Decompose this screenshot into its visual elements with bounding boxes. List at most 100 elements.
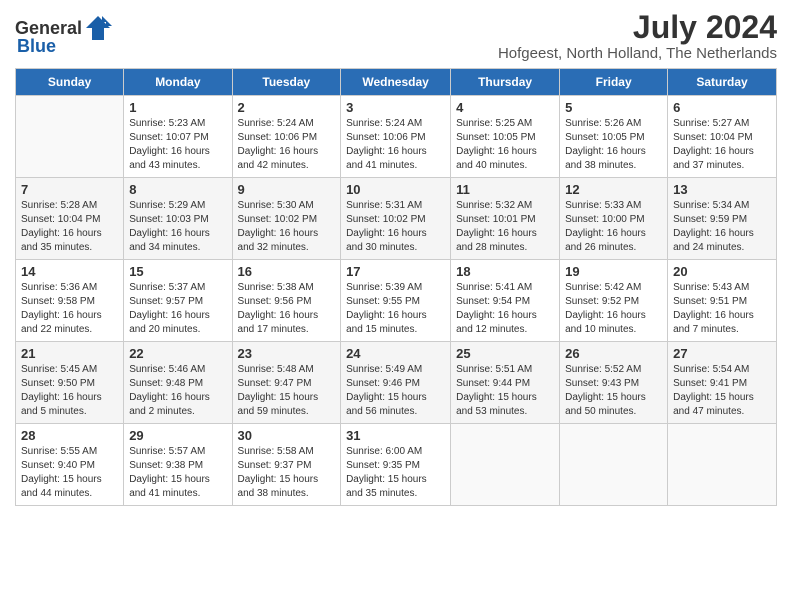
day-cell: 23Sunrise: 5:48 AM Sunset: 9:47 PM Dayli… (232, 342, 341, 424)
day-info: Sunrise: 5:55 AM Sunset: 9:40 PM Dayligh… (21, 445, 118, 501)
day-number: 6 (673, 100, 771, 115)
day-number: 15 (129, 264, 226, 279)
week-row-3: 14 Sunrise: 5:36 AM Sunset: 9:58 PM Dayli… (16, 260, 777, 342)
day-number: 19 (565, 264, 662, 279)
day-number: 23 (238, 346, 336, 361)
day-cell: 11 Sunrise: 5:32 AM Sunset: 10:01 PM Dayl… (451, 178, 560, 260)
column-header-sunday: Sunday (16, 69, 124, 96)
column-header-wednesday: Wednesday (341, 69, 451, 96)
week-row-2: 7Sunrise: 5:28 AM Sunset: 10:04 PM Dayli… (16, 178, 777, 260)
header: General Blue July 2024 Hofgeest, North H… (15, 10, 777, 62)
day-cell: 24 Sunrise: 5:49 AM Sunset: 9:46 PM Dayli… (341, 342, 451, 424)
day-number: 11 (456, 182, 554, 197)
day-info: Sunrise: 5:42 AM Sunset: 9:52 PM Dayligh… (565, 281, 662, 337)
day-info: Sunrise: 5:25 AM Sunset: 10:05 PM Daylig… (456, 117, 554, 173)
day-cell: 2Sunrise: 5:24 AM Sunset: 10:06 PM Dayli… (232, 96, 341, 178)
day-info: Sunrise: 5:46 AM Sunset: 9:48 PM Dayligh… (129, 363, 226, 419)
day-info: Sunrise: 5:39 AM Sunset: 9:55 PM Dayligh… (346, 281, 445, 337)
day-cell: 20 Sunrise: 5:43 AM Sunset: 9:51 PM Dayli… (668, 260, 777, 342)
column-header-friday: Friday (560, 69, 668, 96)
day-info: Sunrise: 5:23 AM Sunset: 10:07 PM Daylig… (129, 117, 226, 173)
day-info: Sunrise: 5:28 AM Sunset: 10:04 PM Daylig… (21, 199, 118, 255)
day-info: Sunrise: 5:27 AM Sunset: 10:04 PM Daylig… (673, 117, 771, 173)
day-number: 3 (346, 100, 445, 115)
day-cell (16, 96, 124, 178)
day-number: 24 (346, 346, 445, 361)
day-number: 10 (346, 182, 445, 197)
day-cell: 9 Sunrise: 5:30 AM Sunset: 10:02 PM Dayli… (232, 178, 341, 260)
day-info: Sunrise: 5:36 AM Sunset: 9:58 PM Dayligh… (21, 281, 118, 337)
day-number: 13 (673, 182, 771, 197)
day-info: Sunrise: 5:54 AM Sunset: 9:41 PM Dayligh… (673, 363, 771, 419)
logo-icon (84, 14, 112, 42)
day-number: 2 (238, 100, 336, 115)
day-info: Sunrise: 5:30 AM Sunset: 10:02 PM Daylig… (238, 199, 336, 255)
day-number: 5 (565, 100, 662, 115)
day-number: 14 (21, 264, 118, 279)
column-header-thursday: Thursday (451, 69, 560, 96)
day-number: 8 (129, 182, 226, 197)
day-info: Sunrise: 5:41 AM Sunset: 9:54 PM Dayligh… (456, 281, 554, 337)
day-cell: 22 Sunrise: 5:46 AM Sunset: 9:48 PM Dayli… (124, 342, 232, 424)
day-cell: 15 Sunrise: 5:37 AM Sunset: 9:57 PM Dayli… (124, 260, 232, 342)
day-cell: 31 Sunrise: 6:00 AM Sunset: 9:35 PM Dayli… (341, 424, 451, 506)
day-info: Sunrise: 5:32 AM Sunset: 10:01 PM Daylig… (456, 199, 554, 255)
day-info: Sunrise: 5:29 AM Sunset: 10:03 PM Daylig… (129, 199, 226, 255)
day-cell: 19 Sunrise: 5:42 AM Sunset: 9:52 PM Dayli… (560, 260, 668, 342)
day-cell: 1 Sunrise: 5:23 AM Sunset: 10:07 PM Dayli… (124, 96, 232, 178)
logo-blue: Blue (17, 36, 56, 57)
day-number: 28 (21, 428, 118, 443)
day-number: 20 (673, 264, 771, 279)
day-cell (451, 424, 560, 506)
day-cell: 10 Sunrise: 5:31 AM Sunset: 10:02 PM Dayl… (341, 178, 451, 260)
month-title: July 2024 (498, 10, 777, 45)
day-info: Sunrise: 5:43 AM Sunset: 9:51 PM Dayligh… (673, 281, 771, 337)
calendar-table: SundayMondayTuesdayWednesdayThursdayFrid… (15, 68, 777, 506)
title-area: July 2024 Hofgeest, North Holland, The N… (498, 10, 777, 62)
day-cell: 17 Sunrise: 5:39 AM Sunset: 9:55 PM Dayli… (341, 260, 451, 342)
day-cell: 30Sunrise: 5:58 AM Sunset: 9:37 PM Dayli… (232, 424, 341, 506)
day-cell: 12Sunrise: 5:33 AM Sunset: 10:00 PM Dayl… (560, 178, 668, 260)
day-info: Sunrise: 5:51 AM Sunset: 9:44 PM Dayligh… (456, 363, 554, 419)
day-number: 31 (346, 428, 445, 443)
day-number: 22 (129, 346, 226, 361)
day-cell: 13 Sunrise: 5:34 AM Sunset: 9:59 PM Dayli… (668, 178, 777, 260)
day-cell: 27 Sunrise: 5:54 AM Sunset: 9:41 PM Dayli… (668, 342, 777, 424)
day-cell: 14 Sunrise: 5:36 AM Sunset: 9:58 PM Dayli… (16, 260, 124, 342)
day-number: 17 (346, 264, 445, 279)
day-cell: 8 Sunrise: 5:29 AM Sunset: 10:03 PM Dayli… (124, 178, 232, 260)
header-row: SundayMondayTuesdayWednesdayThursdayFrid… (16, 69, 777, 96)
day-number: 18 (456, 264, 554, 279)
day-info: Sunrise: 6:00 AM Sunset: 9:35 PM Dayligh… (346, 445, 445, 501)
day-number: 1 (129, 100, 226, 115)
day-cell: 6 Sunrise: 5:27 AM Sunset: 10:04 PM Dayli… (668, 96, 777, 178)
day-number: 29 (129, 428, 226, 443)
week-row-5: 28 Sunrise: 5:55 AM Sunset: 9:40 PM Dayli… (16, 424, 777, 506)
day-info: Sunrise: 5:49 AM Sunset: 9:46 PM Dayligh… (346, 363, 445, 419)
logo: General Blue (15, 14, 112, 57)
day-info: Sunrise: 5:57 AM Sunset: 9:38 PM Dayligh… (129, 445, 226, 501)
day-cell: 28 Sunrise: 5:55 AM Sunset: 9:40 PM Dayli… (16, 424, 124, 506)
day-number: 9 (238, 182, 336, 197)
day-number: 26 (565, 346, 662, 361)
day-number: 4 (456, 100, 554, 115)
column-header-monday: Monday (124, 69, 232, 96)
day-number: 21 (21, 346, 118, 361)
day-info: Sunrise: 5:34 AM Sunset: 9:59 PM Dayligh… (673, 199, 771, 255)
day-info: Sunrise: 5:52 AM Sunset: 9:43 PM Dayligh… (565, 363, 662, 419)
day-number: 27 (673, 346, 771, 361)
day-cell: 18 Sunrise: 5:41 AM Sunset: 9:54 PM Dayli… (451, 260, 560, 342)
day-info: Sunrise: 5:38 AM Sunset: 9:56 PM Dayligh… (238, 281, 336, 337)
week-row-4: 21 Sunrise: 5:45 AM Sunset: 9:50 PM Dayli… (16, 342, 777, 424)
day-info: Sunrise: 5:31 AM Sunset: 10:02 PM Daylig… (346, 199, 445, 255)
day-info: Sunrise: 5:45 AM Sunset: 9:50 PM Dayligh… (21, 363, 118, 419)
column-header-tuesday: Tuesday (232, 69, 341, 96)
location-title: Hofgeest, North Holland, The Netherlands (498, 45, 777, 62)
day-cell: 3Sunrise: 5:24 AM Sunset: 10:06 PM Dayli… (341, 96, 451, 178)
day-cell: 7Sunrise: 5:28 AM Sunset: 10:04 PM Dayli… (16, 178, 124, 260)
day-info: Sunrise: 5:37 AM Sunset: 9:57 PM Dayligh… (129, 281, 226, 337)
day-cell (560, 424, 668, 506)
day-number: 16 (238, 264, 336, 279)
week-row-1: 1 Sunrise: 5:23 AM Sunset: 10:07 PM Dayli… (16, 96, 777, 178)
day-info: Sunrise: 5:33 AM Sunset: 10:00 PM Daylig… (565, 199, 662, 255)
